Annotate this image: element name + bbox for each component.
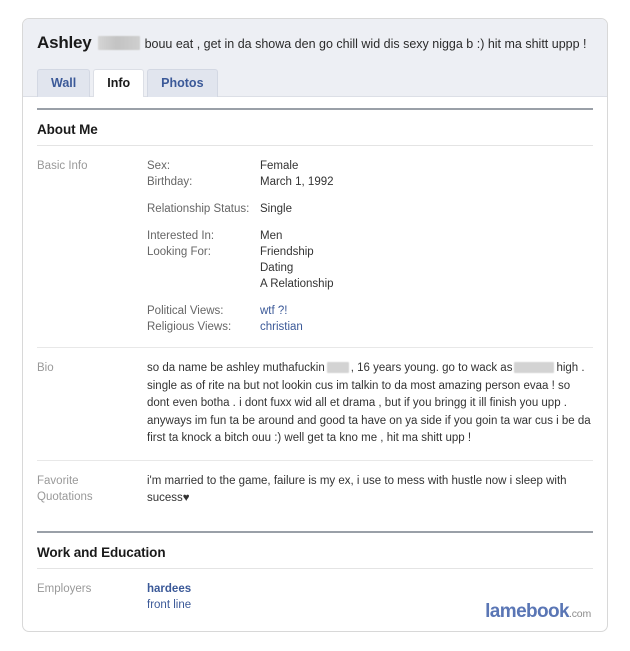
kv-key-relationship-status: Relationship Status:	[147, 203, 250, 215]
kv-looking-for-extra-2: A Relationship	[147, 276, 593, 292]
bio-text: so da name be ashley muthafuckin , 16 yea…	[147, 360, 593, 448]
kv-val-looking-for: Friendship	[260, 246, 314, 258]
kv-group-relationship: Relationship Status: Single	[147, 201, 593, 217]
row-label-favorite-quotations-line-1: Favorite	[37, 474, 79, 487]
row-label-employers: Employers	[37, 582, 92, 595]
kv-relationship-status: Relationship Status: Single	[147, 201, 593, 217]
favorite-quotations-text: i'm married to the game, failure is my e…	[147, 474, 567, 504]
profile-card: Ashley bouu eat , get in da showa den go …	[22, 18, 608, 632]
row-content-bio: so da name be ashley muthafuckin , 16 yea…	[147, 360, 593, 448]
kv-key-religious-views: Religious Views:	[147, 321, 232, 333]
watermark-name: lamebook	[485, 601, 570, 622]
row-content-basic-info: Sex: Female Birthday: March 1, 1992 Rela…	[147, 158, 593, 335]
redacted-name-block	[97, 35, 140, 50]
kv-key-looking-for: Looking For:	[147, 246, 211, 258]
kv-political-views: Political Views: wtf ?!	[147, 303, 593, 319]
row-basic-info: Basic Info Sex: Female Birthday: March 1…	[37, 146, 593, 348]
section-title-work-and-education: Work and Education	[37, 530, 593, 569]
kv-val-sex: Female	[260, 160, 299, 172]
profile-header: Ashley bouu eat , get in da showa den go …	[23, 19, 607, 97]
tab-info[interactable]: Info	[93, 69, 145, 97]
kv-val-interested-in: Men	[260, 230, 283, 242]
row-bio: Bio so da name be ashley muthafuckin , 16…	[37, 348, 593, 461]
profile-name: Ashley	[37, 33, 92, 52]
kv-key-spacer-1	[147, 260, 260, 276]
bio-part-2: , 16 years young. go to wack as	[350, 362, 513, 374]
kv-group-preferences: Interested In: Men Looking For: Friendsh…	[147, 228, 593, 292]
row-content-favorite-quotations: i'm married to the game, failure is my e…	[147, 473, 593, 507]
kv-group-identity: Sex: Female Birthday: March 1, 1992	[147, 158, 593, 190]
kv-val-birthday: March 1, 1992	[260, 176, 334, 188]
bio-part-3: high . single as of rite na but not look…	[147, 362, 591, 444]
row-label-bio: Bio	[37, 362, 54, 374]
tab-bar: Wall Info Photos	[37, 69, 221, 97]
section-title-about-me: About Me	[37, 108, 593, 146]
kv-key-political-views: Political Views:	[147, 305, 224, 317]
status-text: bouu eat , get in da showa den go chill …	[144, 37, 587, 51]
profile-body: About Me Basic Info Sex: Female Birthday…	[23, 108, 607, 625]
tab-photos[interactable]: Photos	[147, 69, 218, 97]
employer-name[interactable]: hardees	[147, 581, 593, 597]
tab-wall[interactable]: Wall	[37, 69, 91, 97]
kv-val-relationship-status: Single	[260, 203, 292, 215]
kv-val-religious-views[interactable]: christian	[260, 319, 303, 335]
row-label-favorite-quotations-line-2: Quotations	[37, 490, 93, 503]
bio-part-1: so da name be ashley muthafuckin	[147, 362, 325, 374]
redacted-bio-block-2	[514, 362, 555, 374]
kv-looking-for-extra-1: Dating	[147, 260, 593, 276]
kv-val-looking-for-dating: Dating	[260, 262, 294, 274]
kv-val-looking-for-relationship: A Relationship	[260, 278, 334, 290]
kv-interested-in: Interested In: Men	[147, 228, 593, 244]
kv-key-interested-in: Interested In:	[147, 230, 215, 242]
lamebook-watermark: lamebook.com	[485, 602, 591, 621]
status-line: Ashley bouu eat , get in da showa den go …	[37, 33, 593, 55]
kv-looking-for: Looking For: Friendship	[147, 244, 593, 260]
kv-group-views: Political Views: wtf ?! Religious Views:…	[147, 303, 593, 335]
kv-key-sex: Sex:	[147, 160, 171, 172]
kv-religious-views: Religious Views: christian	[147, 319, 593, 335]
kv-sex: Sex: Female	[147, 158, 593, 174]
kv-val-political-views[interactable]: wtf ?!	[260, 303, 287, 319]
row-label-basic-info: Basic Info	[37, 160, 88, 172]
kv-key-spacer-2	[147, 276, 260, 292]
row-label-favorite-quotations: Favorite Quotations	[37, 473, 147, 507]
row-favorite-quotations: Favorite Quotations i'm married to the g…	[37, 461, 593, 519]
kv-key-birthday: Birthday:	[147, 176, 193, 188]
redacted-bio-block-1	[326, 362, 349, 374]
watermark-tld: .com	[569, 608, 591, 620]
kv-birthday: Birthday: March 1, 1992	[147, 174, 593, 190]
